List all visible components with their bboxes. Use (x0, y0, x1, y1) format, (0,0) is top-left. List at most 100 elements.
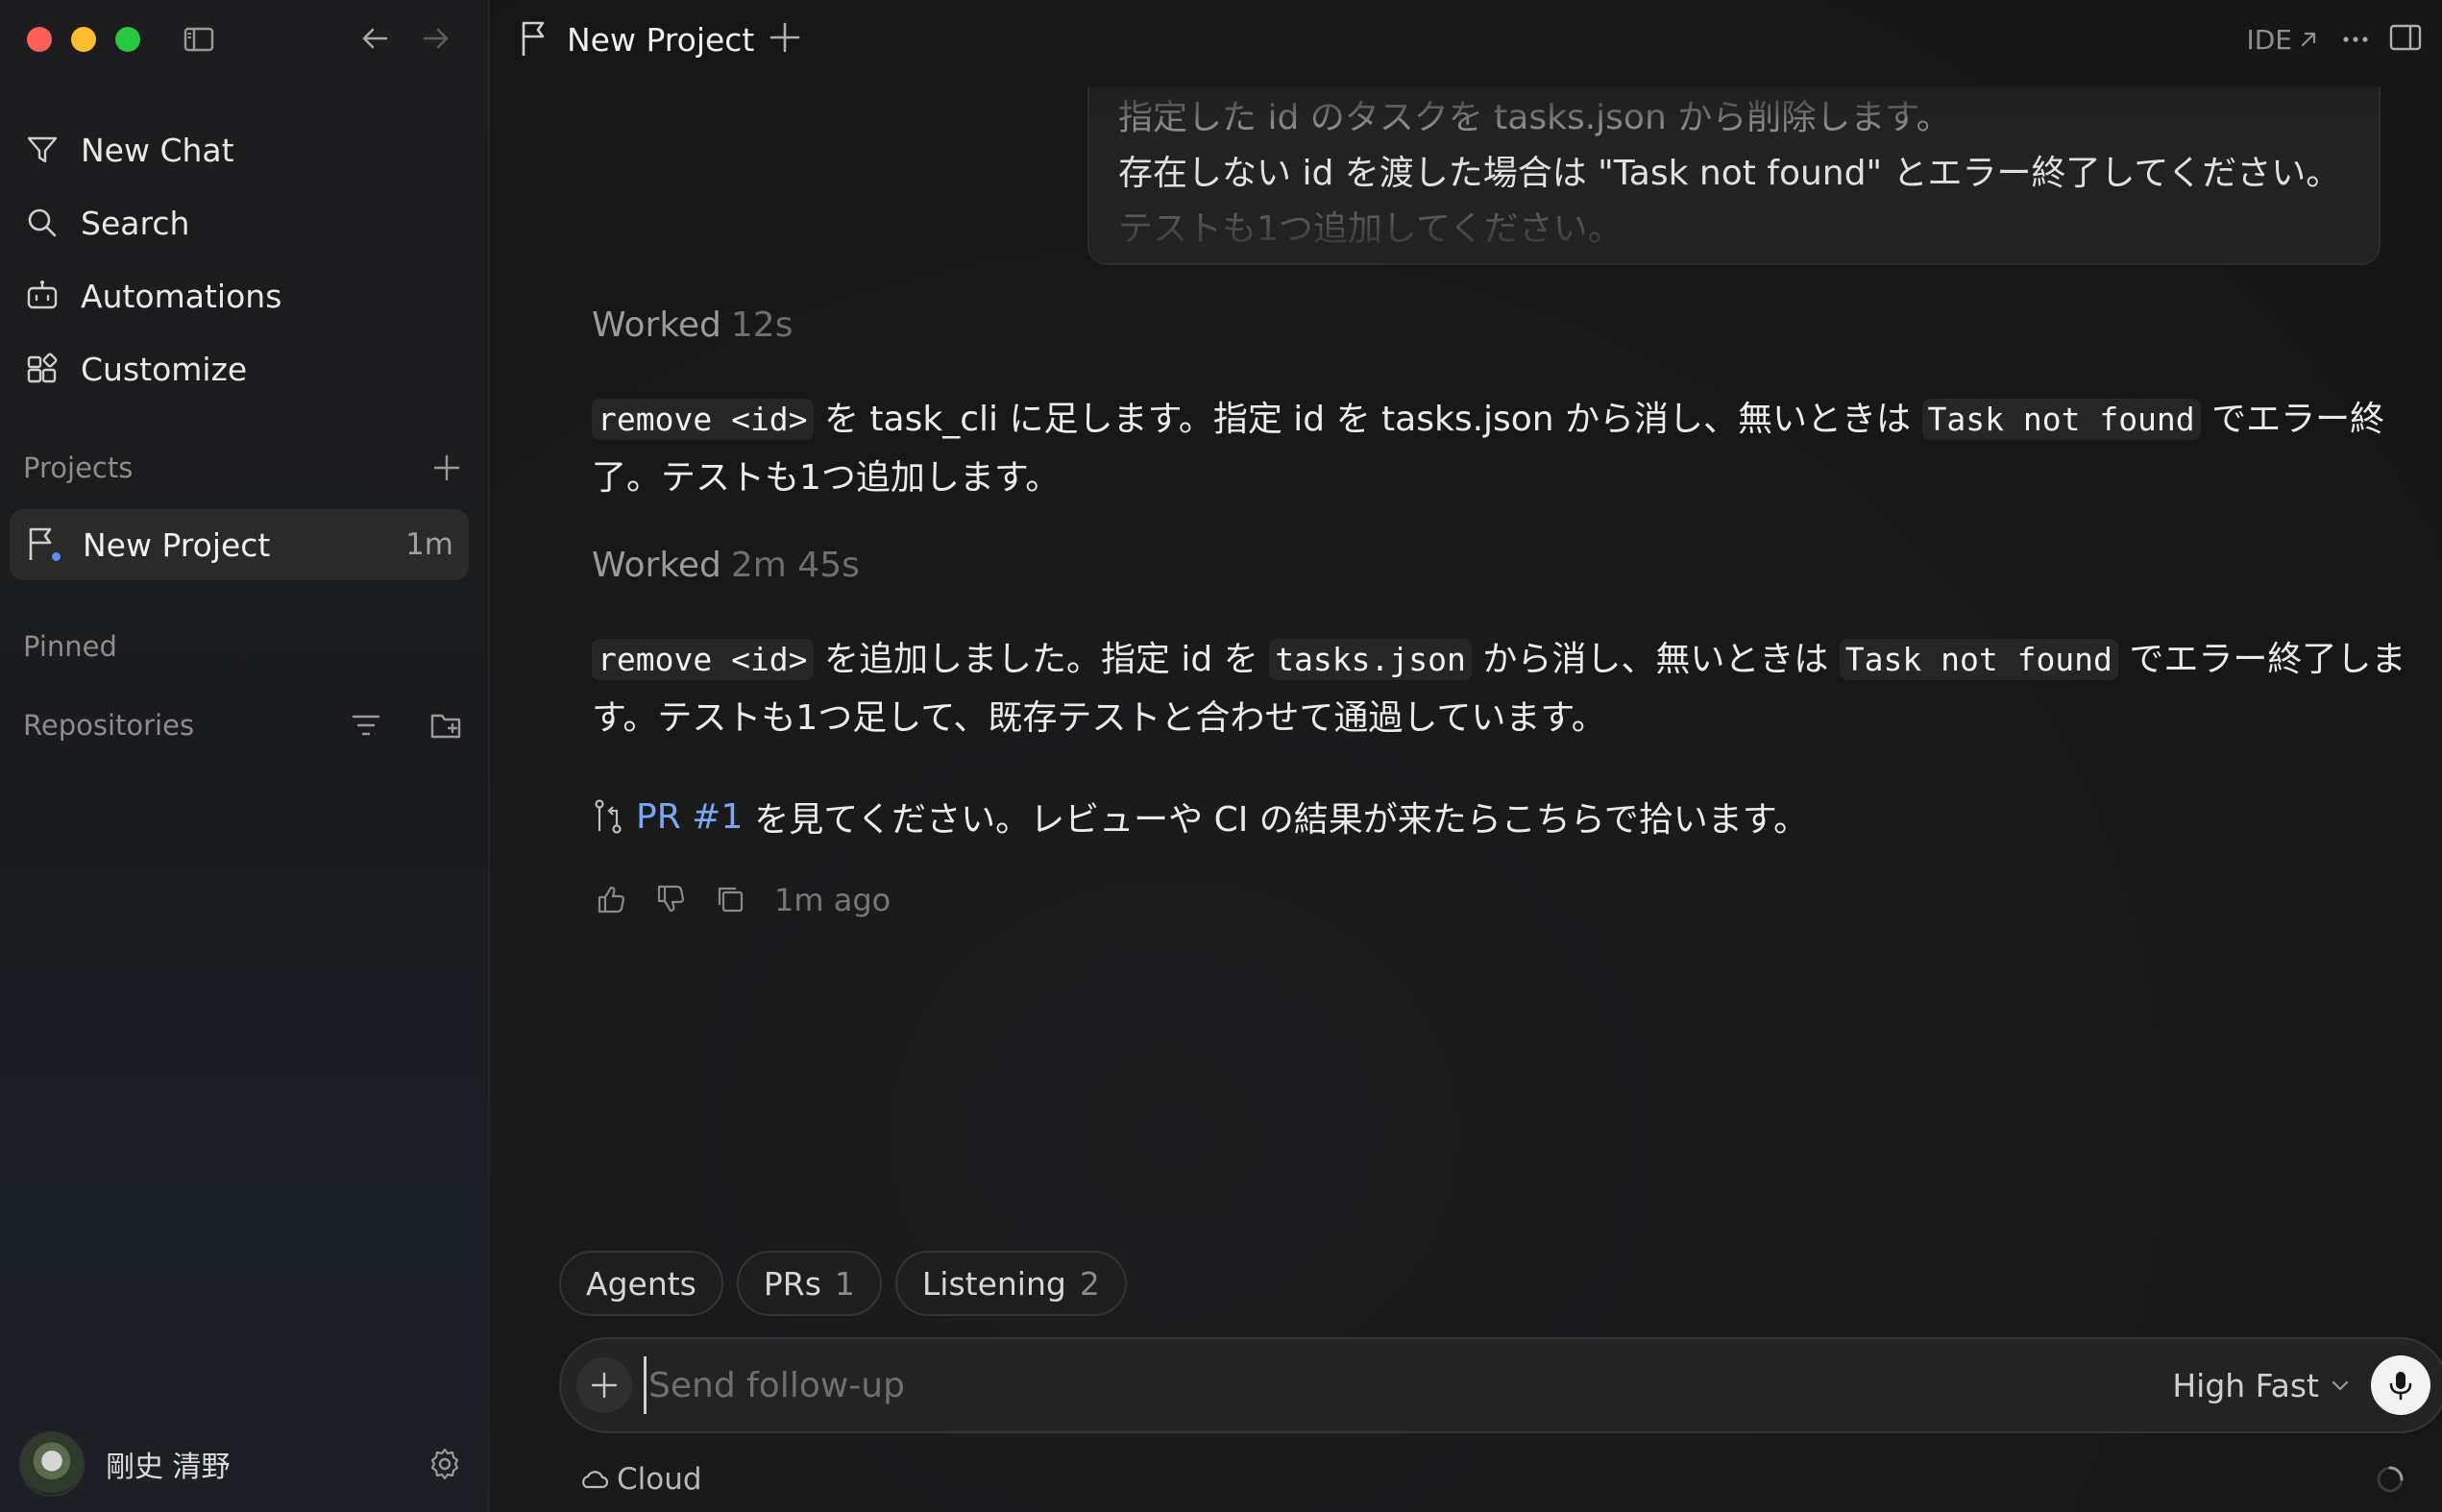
project-time: 1m (405, 527, 453, 562)
maximize-window-button[interactable] (115, 27, 140, 52)
customize-icon (23, 350, 61, 388)
main-panel: New Project IDE 指定した id のタスクを tasks.json… (490, 0, 2442, 1512)
model-label: High Fast (2172, 1366, 2319, 1404)
sidebar: New Chat Search Automations Customize Pr… (0, 0, 490, 1512)
page-title: New Project (567, 21, 755, 59)
microphone-button[interactable] (2371, 1355, 2430, 1415)
message-text: を task_cli に足します。指定 id を tasks.json から消し… (813, 400, 1922, 439)
close-window-button[interactable] (27, 27, 52, 52)
attach-button[interactable] (576, 1357, 632, 1413)
user-message-line: 指定した id のタスクを tasks.json から削除します。 (1118, 98, 1951, 137)
thumbs-up-icon[interactable] (596, 884, 628, 916)
gear-icon[interactable] (427, 1446, 463, 1482)
repositories-section-header: Repositories (23, 701, 465, 749)
plus-icon (769, 22, 800, 53)
composer: High Fast (559, 1337, 2442, 1433)
external-arrow-icon (2301, 32, 2316, 47)
thumbs-down-icon[interactable] (655, 884, 688, 916)
follow-up-input[interactable] (644, 1356, 2173, 1414)
add-folder-icon[interactable] (428, 707, 465, 744)
inline-code: Task not found (1839, 639, 2118, 680)
sidebar-item-new-chat[interactable]: New Chat (23, 113, 465, 186)
avatar[interactable] (19, 1431, 85, 1497)
worked-label: Worked (592, 305, 721, 345)
inline-code: remove <id> (592, 639, 814, 680)
pr-message: PR #1 を見てください。レビューや CI の結果が来たらこちらで拾います。 (592, 792, 2407, 841)
sidebar-item-label: New Chat (81, 131, 234, 169)
user-profile[interactable]: 剛史 清野 (0, 1416, 488, 1512)
cloud-label: Cloud (617, 1462, 702, 1497)
chip-label: Agents (586, 1264, 696, 1303)
topbar: New Project IDE (490, 0, 2442, 81)
project-flag-icon (25, 525, 63, 564)
pr-link[interactable]: PR #1 (636, 797, 743, 837)
ide-label: IDE (2246, 23, 2292, 56)
copy-icon[interactable] (715, 884, 747, 916)
worked-indicator[interactable]: Worked 12s (592, 305, 2407, 345)
microphone-icon (2389, 1372, 2412, 1401)
pinned-label: Pinned (23, 630, 117, 663)
model-selector[interactable]: High Fast (2172, 1367, 2350, 1404)
chip-listening[interactable]: Listening 2 (894, 1251, 1127, 1316)
assistant-message: remove <id> を追加しました。指定 id を tasks.json か… (592, 630, 2407, 747)
sidebar-toggle-icon[interactable] (183, 23, 215, 56)
new-chat-icon (23, 131, 61, 169)
chip-count: 1 (834, 1264, 855, 1303)
add-project-button[interactable] (428, 450, 465, 486)
chip-prs[interactable]: PRs 1 (736, 1251, 882, 1316)
inline-code: tasks.json (1269, 639, 1472, 680)
right-panel-toggle-icon[interactable] (2388, 21, 2427, 58)
sidebar-item-search[interactable]: Search (23, 186, 465, 259)
message-actions: 1m ago (596, 882, 2411, 918)
inline-code: remove <id> (592, 399, 814, 440)
more-options-icon[interactable] (2336, 21, 2375, 58)
message-text: を見てください。レビューや CI の結果が来たらこちらで拾います。 (754, 800, 1809, 840)
forward-arrow-icon[interactable] (419, 21, 453, 56)
automations-icon (23, 277, 61, 315)
sidebar-item-automations[interactable]: Automations (23, 259, 465, 332)
chip-count: 2 (1079, 1264, 1100, 1303)
chip-label: PRs (763, 1264, 821, 1303)
worked-duration: 12s (730, 305, 794, 345)
plus-icon (591, 1372, 618, 1399)
sidebar-item-new-project[interactable]: New Project 1m (10, 509, 469, 580)
projects-label: Projects (23, 451, 134, 484)
repositories-actions (348, 707, 465, 744)
project-status-dot (49, 549, 63, 564)
chip-label: Listening (921, 1264, 1066, 1303)
cloud-environment-button[interactable]: Cloud (578, 1462, 702, 1497)
message-timestamp: 1m ago (774, 882, 891, 918)
message-text: を追加しました。指定 id を (813, 640, 1270, 679)
user-message-bubble: 指定した id のタスクを tasks.json から削除します。 存在しない … (1087, 86, 2381, 265)
message-text: から消し、無いときは (1471, 640, 1840, 679)
sidebar-item-label: Search (81, 204, 190, 242)
sidebar-menu: New Chat Search Automations Customize (23, 113, 465, 405)
app-window: New Chat Search Automations Customize Pr… (0, 0, 2442, 1512)
pinned-section-header: Pinned (23, 622, 465, 671)
flag-icon (519, 19, 555, 58)
cloud-icon (582, 1471, 609, 1489)
projects-section-header: Projects (23, 444, 465, 492)
pull-request-icon (592, 797, 624, 836)
window-controls (27, 27, 140, 52)
chip-agents[interactable]: Agents (559, 1251, 723, 1316)
repositories-label: Repositories (23, 709, 195, 742)
status-chips: Agents PRs 1 Listening 2 (559, 1251, 1127, 1316)
project-name: New Project (83, 525, 271, 564)
sidebar-item-label: Customize (81, 350, 248, 388)
chevron-down-icon (2332, 1380, 2349, 1391)
back-arrow-icon[interactable] (357, 21, 392, 56)
sidebar-item-label: Automations (81, 277, 282, 315)
new-tab-button[interactable] (769, 21, 805, 58)
worked-indicator[interactable]: Worked 2m 45s (592, 546, 2407, 585)
sidebar-item-customize[interactable]: Customize (23, 332, 465, 405)
minimize-window-button[interactable] (71, 27, 96, 52)
search-icon (23, 204, 61, 242)
assistant-message: remove <id> を task_cli に足します。指定 id を tas… (592, 390, 2407, 507)
loading-spinner-icon (2375, 1464, 2405, 1495)
filter-icon[interactable] (348, 707, 384, 744)
inline-code: Task not found (1921, 399, 2201, 440)
user-message-line: 存在しない id を渡した場合は "Task not found" とエラー終了… (1118, 154, 2341, 193)
user-name: 剛史 清野 (106, 1451, 231, 1484)
ide-button[interactable]: IDE (2246, 21, 2319, 58)
